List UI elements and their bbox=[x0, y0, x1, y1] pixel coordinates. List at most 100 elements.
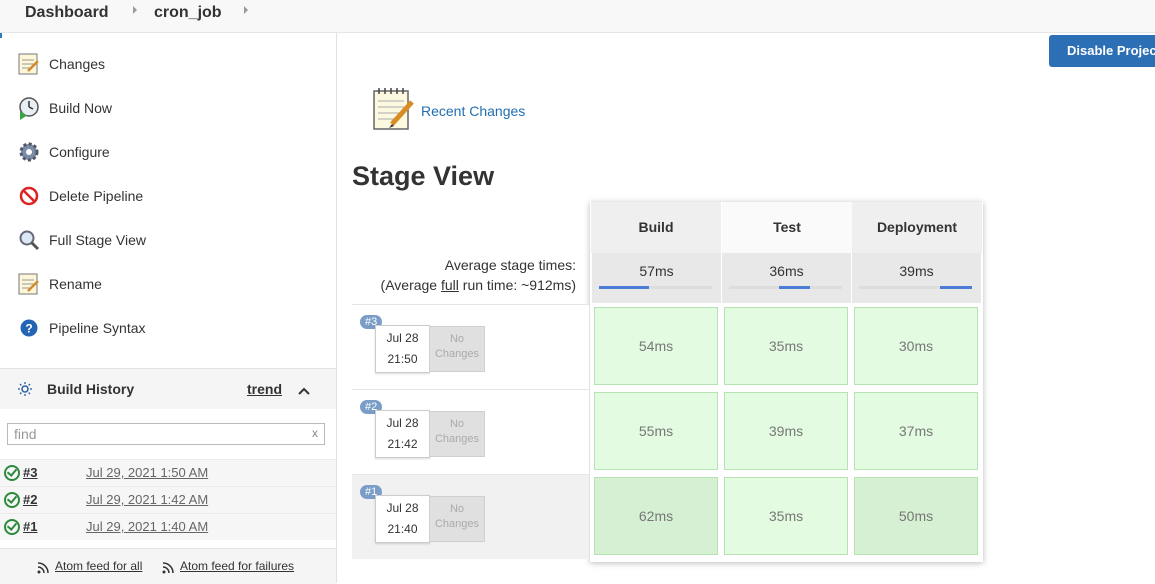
sidebar-active-marker bbox=[0, 33, 2, 38]
success-check-icon bbox=[4, 492, 20, 508]
average-stage-times-label: Average stage times: (Average full run t… bbox=[352, 255, 576, 295]
rss-icon bbox=[37, 561, 49, 579]
stage-cell[interactable]: 55ms bbox=[594, 392, 718, 470]
build-number-link[interactable]: #2 bbox=[23, 492, 37, 507]
rss-icon bbox=[162, 561, 174, 579]
stage-view-title: Stage View bbox=[352, 161, 495, 191]
build-number-link[interactable]: #1 bbox=[23, 519, 37, 534]
avg-time-value: 57ms bbox=[639, 263, 674, 279]
recent-changes-link[interactable]: Recent Changes bbox=[421, 103, 525, 119]
atom-feed-failures-link[interactable]: Atom feed for failures bbox=[180, 559, 294, 573]
build-number-link[interactable]: #3 bbox=[23, 465, 37, 480]
clear-search-icon[interactable]: x bbox=[312, 426, 318, 440]
stage-header-build: Build bbox=[591, 202, 722, 253]
avg-time-build: 57ms bbox=[592, 253, 722, 303]
breadcrumb-cron-job[interactable]: cron_job bbox=[154, 4, 222, 22]
run-changes: No Changes bbox=[429, 411, 485, 457]
build-history-row[interactable]: #2 Jul 29, 2021 1:42 AM bbox=[0, 486, 336, 513]
avg-time-bar bbox=[859, 286, 972, 289]
sidebar-item-label: Pipeline Syntax bbox=[49, 320, 146, 336]
stage-cell[interactable]: 62ms bbox=[594, 477, 718, 555]
magnifier-icon bbox=[16, 227, 42, 253]
stage-header-deployment: Deployment bbox=[852, 202, 983, 253]
run-date-day: Jul 28 bbox=[386, 416, 419, 430]
build-history-row[interactable]: #1 Jul 29, 2021 1:40 AM bbox=[0, 513, 336, 540]
avg-time-value: 39ms bbox=[899, 263, 934, 279]
build-search-input[interactable]: find bbox=[7, 423, 325, 445]
avg-time-value: 36ms bbox=[769, 263, 804, 279]
build-history-title: Build History bbox=[47, 381, 135, 397]
avg-time-deployment: 39ms bbox=[852, 253, 982, 303]
avg-time-bar-fill bbox=[599, 286, 649, 289]
run-date-day: Jul 28 bbox=[386, 501, 419, 515]
run-date: Jul 28 21:50 bbox=[375, 325, 430, 373]
build-history-row[interactable]: #3 Jul 29, 2021 1:50 AM bbox=[0, 459, 336, 486]
sidebar-item-label: Configure bbox=[49, 144, 110, 160]
sidebar-item-label: Changes bbox=[49, 56, 106, 72]
run-changes: No Changes bbox=[429, 496, 485, 542]
breadcrumb-dashboard[interactable]: Dashboard bbox=[25, 4, 109, 22]
stage-cell[interactable]: 50ms bbox=[854, 477, 978, 555]
run-changes: No Changes bbox=[429, 326, 485, 372]
disable-project-button[interactable]: Disable Project bbox=[1049, 35, 1155, 67]
stage-cell[interactable]: 30ms bbox=[854, 307, 978, 385]
build-date-link[interactable]: Jul 29, 2021 1:50 AM bbox=[86, 465, 208, 480]
sidebar-item-label: Rename bbox=[49, 276, 102, 292]
clock-play-icon bbox=[16, 95, 42, 121]
build-date-link[interactable]: Jul 29, 2021 1:42 AM bbox=[86, 492, 208, 507]
run-changes-label: No Changes bbox=[434, 418, 480, 445]
run-date-time: 21:42 bbox=[387, 437, 418, 451]
sidebar-item-delete-pipeline[interactable]: Delete Pipeline bbox=[16, 183, 143, 209]
run-row[interactable]: #1 Jul 28 21:40 No Changes bbox=[352, 474, 589, 559]
sun-icon bbox=[17, 381, 33, 402]
breadcrumb-separator-icon bbox=[244, 6, 248, 14]
avg-label-full-link[interactable]: full bbox=[441, 277, 459, 293]
notepad-icon bbox=[16, 51, 42, 77]
notepad-icon bbox=[16, 271, 42, 297]
no-entry-icon bbox=[16, 183, 42, 209]
sidebar-item-changes[interactable]: Changes bbox=[16, 51, 105, 77]
breadcrumb: Dashboard cron_job bbox=[0, 0, 1155, 33]
gear-icon bbox=[16, 139, 42, 165]
success-check-icon bbox=[4, 519, 20, 535]
stage-cell[interactable]: 37ms bbox=[854, 392, 978, 470]
build-date-link[interactable]: Jul 29, 2021 1:40 AM bbox=[86, 519, 208, 534]
help-icon: ? bbox=[16, 315, 42, 341]
stage-cell[interactable]: 35ms bbox=[724, 477, 848, 555]
atom-feeds: Atom feed for all Atom feed for failures bbox=[0, 548, 336, 584]
run-date-day: Jul 28 bbox=[386, 331, 419, 345]
run-changes-label: No Changes bbox=[434, 503, 480, 530]
stage-cell[interactable]: 54ms bbox=[594, 307, 718, 385]
sidebar-item-label: Full Stage View bbox=[49, 232, 147, 248]
sidebar-item-pipeline-syntax[interactable]: ? Pipeline Syntax bbox=[16, 315, 146, 341]
run-date-time: 21:40 bbox=[387, 522, 418, 536]
avg-label-suffix: run time: ~912ms) bbox=[458, 277, 576, 293]
run-date-time: 21:50 bbox=[387, 352, 418, 366]
stage-cell[interactable]: 35ms bbox=[724, 307, 848, 385]
stage-cell[interactable]: 39ms bbox=[724, 392, 848, 470]
run-row[interactable]: #3 Jul 28 21:50 No Changes bbox=[352, 304, 589, 389]
stage-header-test: Test bbox=[722, 202, 853, 253]
avg-time-bar-fill bbox=[940, 286, 972, 289]
svg-text:?: ? bbox=[25, 322, 32, 336]
avg-label-line1: Average stage times: bbox=[444, 257, 576, 273]
chevron-up-icon[interactable] bbox=[298, 383, 310, 401]
avg-time-bar bbox=[729, 286, 842, 289]
sidebar-item-rename[interactable]: Rename bbox=[16, 271, 102, 297]
atom-feed-all-link[interactable]: Atom feed for all bbox=[55, 559, 142, 573]
sidebar-item-configure[interactable]: Configure bbox=[16, 139, 110, 165]
run-changes-label: No Changes bbox=[434, 333, 480, 360]
sidebar-item-full-stage-view[interactable]: Full Stage View bbox=[16, 227, 146, 253]
sidebar-item-build-now[interactable]: Build Now bbox=[16, 95, 112, 121]
sidebar-item-label: Build Now bbox=[49, 100, 113, 116]
avg-label-prefix: (Average bbox=[380, 277, 441, 293]
build-history-header: Build History trend bbox=[0, 368, 336, 409]
run-row[interactable]: #2 Jul 28 21:42 No Changes bbox=[352, 389, 589, 474]
trend-link[interactable]: trend bbox=[247, 381, 282, 397]
run-date: Jul 28 21:42 bbox=[375, 410, 430, 458]
breadcrumb-separator-icon bbox=[133, 6, 137, 14]
avg-time-bar-fill bbox=[778, 286, 811, 289]
success-check-icon bbox=[4, 465, 20, 481]
notepad-icon bbox=[372, 86, 414, 132]
avg-time-test: 36ms bbox=[722, 253, 852, 303]
